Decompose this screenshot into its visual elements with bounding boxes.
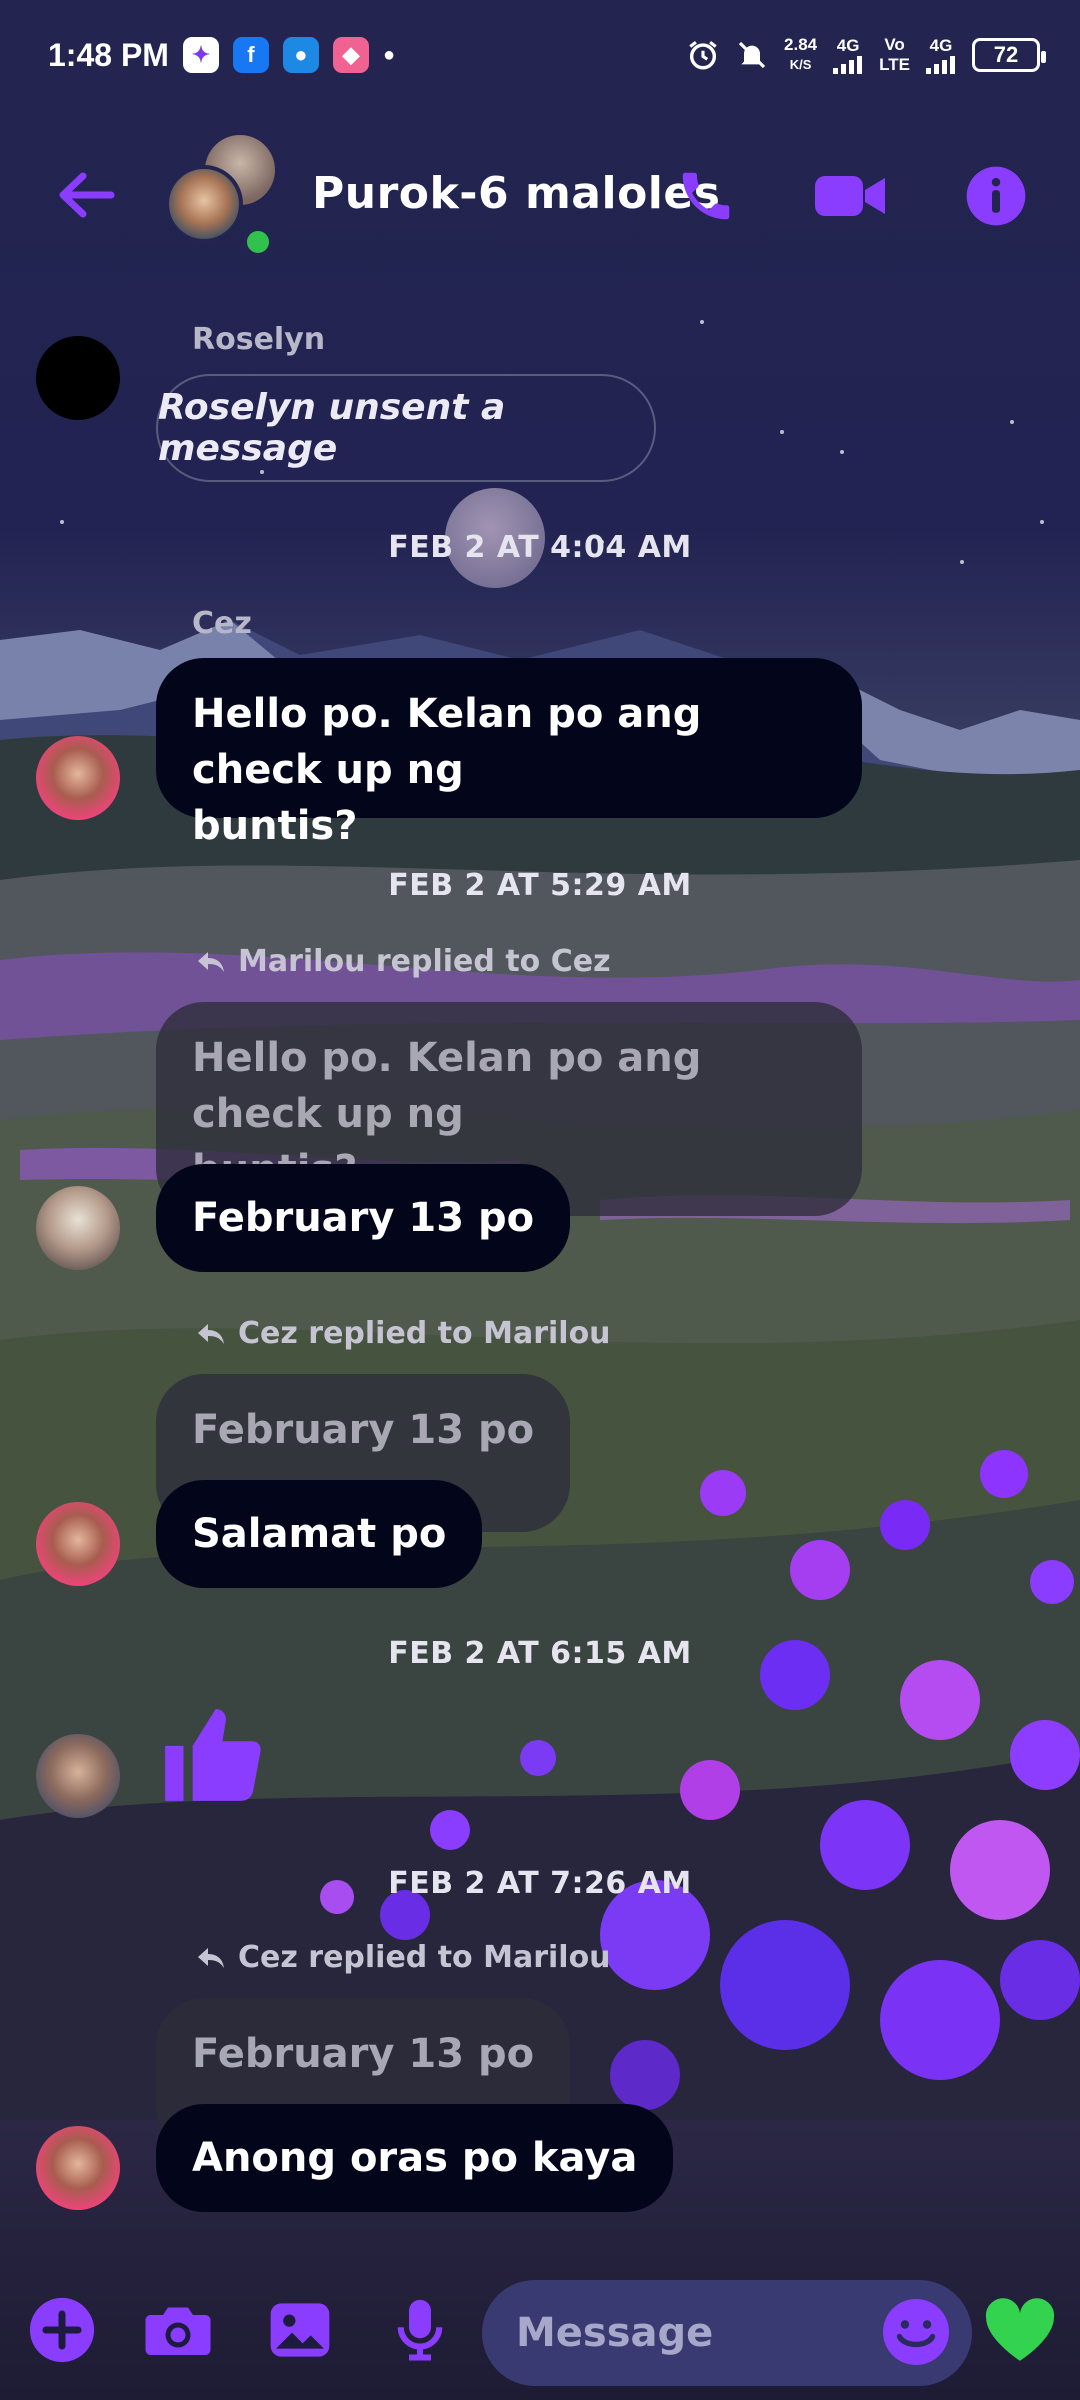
message-line: Hello po. Kelan po ang check up ng [192,691,702,793]
message-thread: Roselyn Roselyn unsent a message FEB 2 A… [0,0,1080,2400]
camera-button[interactable] [140,2292,216,2368]
voice-message-button[interactable] [382,2292,458,2368]
online-indicator [243,227,273,257]
timestamp: FEB 2 AT 5:29 AM [388,868,692,903]
battery-indicator: 72 [972,38,1046,72]
sender-name: Cez [192,606,252,641]
mute-bell-icon [738,41,766,69]
facebook-icon: f [232,37,269,73]
unsent-message[interactable]: Roselyn unsent a message [156,374,656,482]
speed-unit: K/S [789,57,812,72]
cez-avatar[interactable] [36,736,120,820]
more-actions-button[interactable] [24,2292,100,2368]
battery-level: 72 [993,42,1019,67]
gallery-button[interactable] [262,2292,338,2368]
message-text: Anong oras po kaya [192,2135,638,2181]
member-avatar[interactable] [36,1734,120,1818]
group-avatar[interactable] [165,135,285,257]
reply-indicator: Cez replied to Marilou [196,1316,611,1351]
unsent-text: Roselyn unsent a message [158,387,506,469]
microphone-icon [397,2299,443,2361]
signal-1: 4G [833,36,863,74]
chat-info-button[interactable] [960,160,1032,232]
voice-call-button[interactable] [670,160,742,232]
message-input[interactable] [516,2310,846,2356]
volte-bottom: LTE [879,55,910,74]
chat-title[interactable]: Purok-6 maloles [312,168,720,219]
message-bubble[interactable]: Anong oras po kaya [156,2104,674,2212]
message-bubble[interactable]: February 13 po [156,1164,571,1272]
timestamp: FEB 2 AT 4:04 AM [388,530,692,565]
alarm-icon [689,41,717,70]
quoted-text: February 13 po [192,1407,535,1453]
back-button[interactable] [50,160,120,230]
reply-note-text: Marilou replied to Cez [238,944,611,979]
app-icon: ◆ [332,37,369,73]
chat-icon: ● [282,37,319,73]
reply-arrow-icon [198,1323,224,1344]
camera-icon [145,2307,211,2355]
reply-arrow-icon [198,951,224,972]
heart-icon [985,2298,1055,2361]
marilou-avatar[interactable] [36,1186,120,1270]
video-camera-icon [815,176,885,216]
timestamp: FEB 2 AT 7:26 AM [388,1866,692,1901]
network-speed: 2.84 K/S [784,35,817,75]
reply-arrow-icon [198,1947,224,1968]
message-input-container[interactable] [482,2280,972,2386]
reply-note-text: Cez replied to Marilou [238,1316,611,1351]
phone-icon [682,172,730,220]
plus-icon [29,2297,95,2363]
message-bubble[interactable]: Salamat po [156,1480,483,1588]
reply-indicator: Marilou replied to Cez [196,944,611,979]
signal-2: 4G [926,36,956,74]
cez-avatar[interactable] [36,1502,120,1586]
video-call-button[interactable] [815,160,887,232]
info-icon [966,166,1026,226]
signal-bars-icon [926,56,955,74]
roselyn-avatar[interactable] [36,336,120,420]
thumbs-up-icon[interactable] [156,1700,266,1810]
image-icon [270,2303,330,2357]
sender-name: Roselyn [192,322,326,357]
message-line: buntis? [192,803,358,849]
back-arrow-icon [59,172,115,218]
status-bar: 1:48 PM ✦ f ● ◆ ● 2.84 K/S 4G Vo LTE 4G … [0,0,1080,110]
quoted-text: February 13 po [192,2031,535,2077]
timestamp: FEB 2 AT 6:15 AM [388,1636,692,1671]
chat-header: Purok-6 maloles [0,120,1080,270]
message-bubble[interactable]: Hello po. Kelan po ang check up ng bunti… [156,658,862,849]
signal-bars-icon [833,56,863,74]
speed-value: 2.84 [784,35,818,54]
reply-indicator: Cez replied to Marilou [196,1940,611,1975]
net-type-2: 4G [929,36,953,55]
message-composer [0,2270,1080,2390]
cez-avatar[interactable] [36,2126,120,2210]
message-text: February 13 po [192,1195,535,1241]
reply-note-text: Cez replied to Marilou [238,1940,611,1975]
emoji-icon[interactable] [880,2296,952,2368]
quick-reaction-button[interactable] [982,2292,1058,2368]
message-text: Salamat po [192,1511,447,1557]
volte-top: Vo [884,35,905,54]
more-notifications-dot: ● [382,43,396,66]
messenger-icon: ✦ [182,37,219,73]
volte-indicator: Vo LTE [879,35,910,75]
quoted-line: Hello po. Kelan po ang check up ng [192,1035,702,1137]
net-type-1: 4G [836,36,860,55]
member-avatar [165,165,243,243]
status-time: 1:48 PM [48,36,169,73]
